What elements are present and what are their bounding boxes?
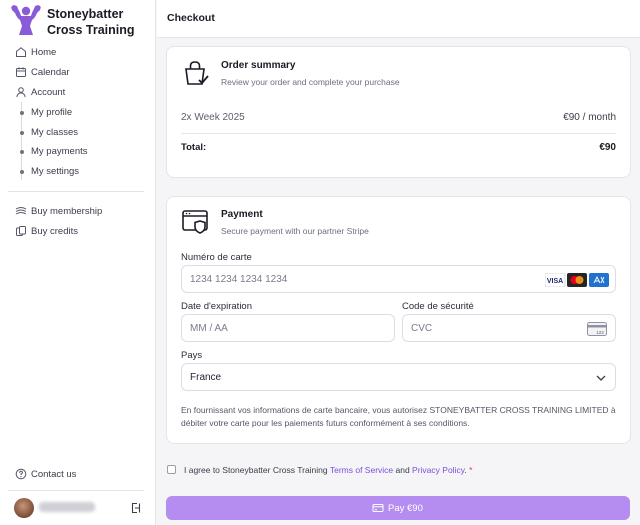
order-total-value: €90 xyxy=(599,142,616,153)
page-title: Checkout xyxy=(167,12,215,24)
terms-and: and xyxy=(393,465,413,475)
sidebar-item-label: Account xyxy=(31,87,66,98)
cvc-input[interactable]: CVC 123 xyxy=(402,314,616,342)
sidebar-item-label: Home xyxy=(31,47,57,58)
order-summary-card: Order summary Review your order and comp… xyxy=(166,46,631,178)
sidebar-item-calendar[interactable]: Calendar xyxy=(0,64,156,82)
sidebar-item-label: My payments xyxy=(31,146,88,157)
expiry-label: Date d'expiration xyxy=(181,301,252,312)
brand-name: Stoneybatter Cross Training xyxy=(47,7,135,37)
sidebar-item-account[interactable]: Account xyxy=(0,84,156,102)
country-select[interactable]: France xyxy=(181,363,616,391)
order-summary-title: Order summary xyxy=(221,60,296,71)
calendar-icon xyxy=(16,67,26,77)
country-value: France xyxy=(190,372,222,383)
flexing-athlete-logo-icon xyxy=(11,5,41,35)
sidebar-item-label: Calendar xyxy=(31,67,70,78)
pay-button[interactable]: Pay €90 xyxy=(166,496,630,520)
sidebar-item-label: My settings xyxy=(31,166,80,177)
terms-of-service-link[interactable]: Terms of Service xyxy=(330,465,393,475)
mandate-text: En fournissant vos informations de carte… xyxy=(181,405,616,428)
avatar[interactable] xyxy=(14,498,34,518)
payment-title: Payment xyxy=(221,209,263,220)
sidebar-item-home[interactable]: Home xyxy=(0,44,156,62)
sidebar-item-my-classes[interactable]: My classes xyxy=(0,124,156,142)
order-summary-subtitle: Review your order and complete your purc… xyxy=(221,77,400,87)
expiry-input[interactable]: MM / AA xyxy=(181,314,395,342)
user-name-redacted xyxy=(39,502,95,512)
cvc-card-icon: 123 xyxy=(587,322,607,336)
cvc-label: Code de sécurité xyxy=(402,301,474,312)
card-brands-icon: VISA xyxy=(545,273,609,287)
credit-card-icon xyxy=(372,504,384,512)
country-label: Pays xyxy=(181,350,203,361)
user-profile[interactable] xyxy=(14,498,144,518)
submenu-bullet xyxy=(19,131,24,135)
required-marker: * xyxy=(466,465,473,475)
terms-prefix: I agree to Stoneybatter Cross Training xyxy=(184,465,330,475)
sidebar-item-contact-us[interactable]: Contact us xyxy=(0,466,156,484)
sidebar-item-label: Contact us xyxy=(31,469,77,480)
terms-checkbox[interactable] xyxy=(167,465,176,474)
sidebar-item-buy-credits[interactable]: Buy credits xyxy=(0,223,156,241)
sidebar-divider xyxy=(8,490,144,491)
terms-text: I agree to Stoneybatter Cross Training T… xyxy=(184,465,472,475)
cvc-badge-text: 123 xyxy=(596,330,604,335)
secure-card-shield-icon xyxy=(182,210,208,234)
payment-card: Payment Secure payment with our partner … xyxy=(166,196,631,444)
chevron-down-icon xyxy=(596,375,606,381)
pay-button-label: Pay €90 xyxy=(388,503,423,514)
ticket-icon xyxy=(15,207,27,215)
sidebar-item-my-payments[interactable]: My payments xyxy=(0,143,156,161)
submenu-bullet xyxy=(19,111,24,115)
shopping-bag-check-icon xyxy=(185,61,209,85)
sidebar-item-buy-membership[interactable]: Buy membership xyxy=(0,203,156,221)
submenu-bullet xyxy=(19,150,24,154)
payment-subtitle: Secure payment with our partner Stripe xyxy=(221,226,369,236)
order-divider xyxy=(181,133,616,134)
sidebar-item-label: My classes xyxy=(31,127,78,138)
cvc-placeholder: CVC xyxy=(411,323,433,334)
help-icon xyxy=(15,468,27,480)
user-icon xyxy=(16,87,26,98)
sidebar-divider xyxy=(8,191,144,192)
terms-agreement: I agree to Stoneybatter Cross Training T… xyxy=(167,462,627,478)
order-item-name: 2x Week 2025 xyxy=(181,112,245,123)
sidebar-item-label: Buy credits xyxy=(31,226,78,237)
order-item-price: €90 / month xyxy=(563,112,616,123)
visa-logo-text: VISA xyxy=(547,278,563,285)
card-number-placeholder: 1234 1234 1234 1234 xyxy=(190,274,288,285)
submenu-bullet xyxy=(19,170,24,174)
card-number-input[interactable]: 1234 1234 1234 1234 VISA xyxy=(181,265,616,293)
home-icon xyxy=(16,47,26,57)
brand[interactable]: Stoneybatter Cross Training xyxy=(8,4,156,40)
expiry-placeholder: MM / AA xyxy=(190,323,228,334)
sidebar-item-label: My profile xyxy=(31,107,73,118)
top-bar: Checkout xyxy=(157,0,640,38)
sidebar-item-my-settings[interactable]: My settings xyxy=(0,163,156,181)
sidebar: Stoneybatter Cross Training Home Calenda… xyxy=(0,0,156,525)
card-number-label: Numéro de carte xyxy=(181,252,252,263)
sidebar-item-label: Buy membership xyxy=(31,206,103,217)
coins-icon xyxy=(16,226,26,236)
order-total-label: Total: xyxy=(181,142,207,153)
privacy-policy-link[interactable]: Privacy Policy xyxy=(412,465,464,475)
logout-icon[interactable] xyxy=(130,502,142,514)
sidebar-item-my-profile[interactable]: My profile xyxy=(0,104,156,122)
